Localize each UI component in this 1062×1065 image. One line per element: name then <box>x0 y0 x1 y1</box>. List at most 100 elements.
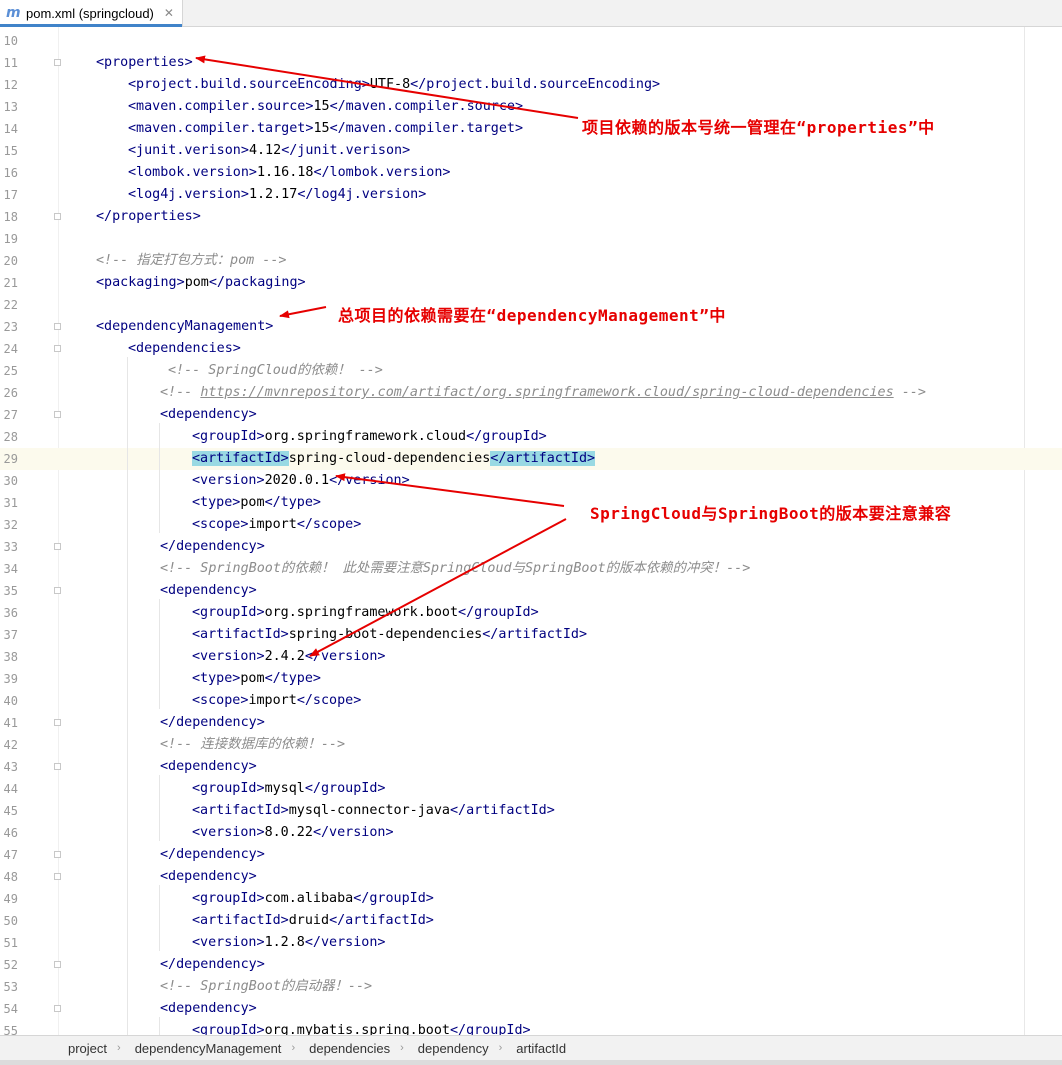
xml-value: 15 <box>313 99 330 114</box>
fold-marker-icon[interactable] <box>54 873 61 880</box>
code-line[interactable]: 42 <!-- 连接数据库的依赖！--> <box>0 734 1062 756</box>
xml-tag: <project.build.sourceEncoding> <box>128 77 370 92</box>
line-number: 30 <box>3 474 18 488</box>
xml-tag: </artifactId> <box>450 803 555 818</box>
xml-value: 1.16.18 <box>257 165 314 180</box>
fold-marker-icon[interactable] <box>54 719 61 726</box>
code-line[interactable]: 12 <project.build.sourceEncoding>UTF-8</p… <box>0 74 1062 96</box>
code-text: <type>pom</type> <box>192 668 321 690</box>
code-line[interactable]: 19 <box>0 228 1062 250</box>
xml-tag: <dependency> <box>160 407 257 422</box>
line-number: 24 <box>3 342 18 356</box>
fold-marker-icon[interactable] <box>54 1005 61 1012</box>
fold-marker-icon[interactable] <box>54 763 61 770</box>
line-number: 34 <box>3 562 18 576</box>
xml-value: org.springframework.boot <box>264 605 459 620</box>
fold-marker-icon[interactable] <box>54 543 61 550</box>
xml-tag: </groupId> <box>450 1023 531 1035</box>
code-text: </dependency> <box>160 844 265 866</box>
code-text: <maven.compiler.target>15</maven.compile… <box>128 118 523 140</box>
annotation-dependency-management: 总项目的依赖需要在“dependencyManagement”中 <box>338 306 726 325</box>
code-line[interactable]: 53 <!-- SpringBoot的启动器！--> <box>0 976 1062 998</box>
code-line[interactable]: 24 <dependencies> <box>0 338 1062 360</box>
code-text: <dependency> <box>160 756 257 778</box>
breadcrumb-item[interactable]: project <box>68 1041 107 1056</box>
tab-pom-xml[interactable]: m pom.xml (springcloud) ✕ <box>0 0 183 27</box>
code-line[interactable]: 34 <!-- SpringBoot的依赖！ 此处需要注意SpringCloud与… <box>0 558 1062 580</box>
code-line[interactable]: 25 <!-- SpringCloud的依赖！ --> <box>0 360 1062 382</box>
code-text: <version>2.4.2</version> <box>192 646 386 668</box>
code-text: <dependency> <box>160 866 257 888</box>
code-editor[interactable]: 10 11 <properties> 12 <project.build.sourceE… <box>0 27 1062 1035</box>
code-line[interactable]: 15 <junit.verison>4.12</junit.verison> <box>0 140 1062 162</box>
breadcrumb-item[interactable]: artifactId <box>516 1041 566 1056</box>
code-line[interactable]: 47 </dependency> <box>0 844 1062 866</box>
xml-tag: </scope> <box>296 517 362 532</box>
fold-marker-icon[interactable] <box>54 59 61 66</box>
code-text: </properties> <box>96 206 201 228</box>
code-line[interactable]: 10 <box>0 30 1062 52</box>
fold-marker-icon[interactable] <box>54 323 61 330</box>
xml-value: com.alibaba <box>264 891 354 906</box>
line-number: 40 <box>3 694 18 708</box>
fold-marker-icon[interactable] <box>54 411 61 418</box>
xml-tag: <dependencyManagement> <box>96 319 274 334</box>
line-number: 45 <box>3 804 18 818</box>
code-line[interactable]: 21 <packaging>pom</packaging> <box>0 272 1062 294</box>
close-icon[interactable]: ✕ <box>164 6 174 20</box>
line-number: 39 <box>3 672 18 686</box>
xml-tag: </log4j.version> <box>297 187 427 202</box>
chevron-right-icon: › <box>117 1042 121 1054</box>
line-number: 37 <box>3 628 18 642</box>
xml-value: 1.2.8 <box>264 935 305 950</box>
xml-value: 2020.0.1 <box>264 473 330 488</box>
xml-tag: </scope> <box>296 693 362 708</box>
code-text: <groupId>org.springframework.boot</group… <box>192 602 539 624</box>
xml-comment: --> <box>893 385 926 400</box>
indent-guide <box>159 1017 160 1035</box>
fold-marker-icon[interactable] <box>54 213 61 220</box>
code-line[interactable]: 26 <!-- https://mvnrepository.com/artifac… <box>0 382 1062 404</box>
code-text: <junit.verison>4.12</junit.verison> <box>128 140 410 162</box>
breadcrumb-item[interactable]: dependencyManagement <box>135 1041 282 1056</box>
code-text: <artifactId>druid</artifactId> <box>192 910 434 932</box>
xml-tag: </groupId> <box>466 429 547 444</box>
xml-value: UTF-8 <box>369 77 411 92</box>
line-number: 16 <box>3 166 18 180</box>
code-text: <dependency> <box>160 998 257 1020</box>
fold-marker-icon[interactable] <box>54 961 61 968</box>
code-line[interactable]: 41 </dependency> <box>0 712 1062 734</box>
code-line[interactable]: 20 <!-- 指定打包方式：pom --> <box>0 250 1062 272</box>
line-number: 18 <box>3 210 18 224</box>
breadcrumb-item[interactable]: dependencies <box>309 1041 390 1056</box>
code-line[interactable]: 17 <log4j.version>1.2.17</log4j.version> <box>0 184 1062 206</box>
code-line[interactable]: 16 <lombok.version>1.16.18</lombok.versio… <box>0 162 1062 184</box>
xml-comment: <!-- SpringBoot的依赖！ 此处需要注意SpringCloud与Sp… <box>160 561 751 576</box>
xml-tag: <version> <box>192 473 265 488</box>
annotation-version-compat: SpringCloud与SpringBoot的版本要注意兼容 <box>590 504 952 523</box>
xml-tag: </project.build.sourceEncoding> <box>410 77 661 92</box>
fold-marker-icon[interactable] <box>54 851 61 858</box>
code-text: <!-- 指定打包方式：pom --> <box>96 250 286 272</box>
breadcrumb-item[interactable]: dependency <box>418 1041 489 1056</box>
editor-tab-bar: m pom.xml (springcloud) ✕ <box>0 0 1062 27</box>
annotation-properties: 项目依赖的版本号统一管理在“properties”中 <box>582 118 935 137</box>
code-text: </dependency> <box>160 954 265 976</box>
fold-marker-icon[interactable] <box>54 345 61 352</box>
xml-value: pom <box>240 495 265 510</box>
code-line[interactable]: 18 </properties> <box>0 206 1062 228</box>
code-line[interactable]: 33 </dependency> <box>0 536 1062 558</box>
xml-tag: </groupId> <box>353 891 434 906</box>
xml-value: spring-boot-dependencies <box>288 627 483 642</box>
line-number: 31 <box>3 496 18 510</box>
code-line[interactable]: 52 </dependency> <box>0 954 1062 976</box>
fold-marker-icon[interactable] <box>54 587 61 594</box>
line-number: 21 <box>3 276 18 290</box>
line-number: 32 <box>3 518 18 532</box>
xml-tag: <packaging> <box>96 275 185 290</box>
line-number: 15 <box>3 144 18 158</box>
xml-value: mysql <box>264 781 305 796</box>
xml-comment: <!-- SpringCloud的依赖！ --> <box>168 363 383 378</box>
line-number: 33 <box>3 540 18 554</box>
code-line[interactable]: 11 <properties> <box>0 52 1062 74</box>
